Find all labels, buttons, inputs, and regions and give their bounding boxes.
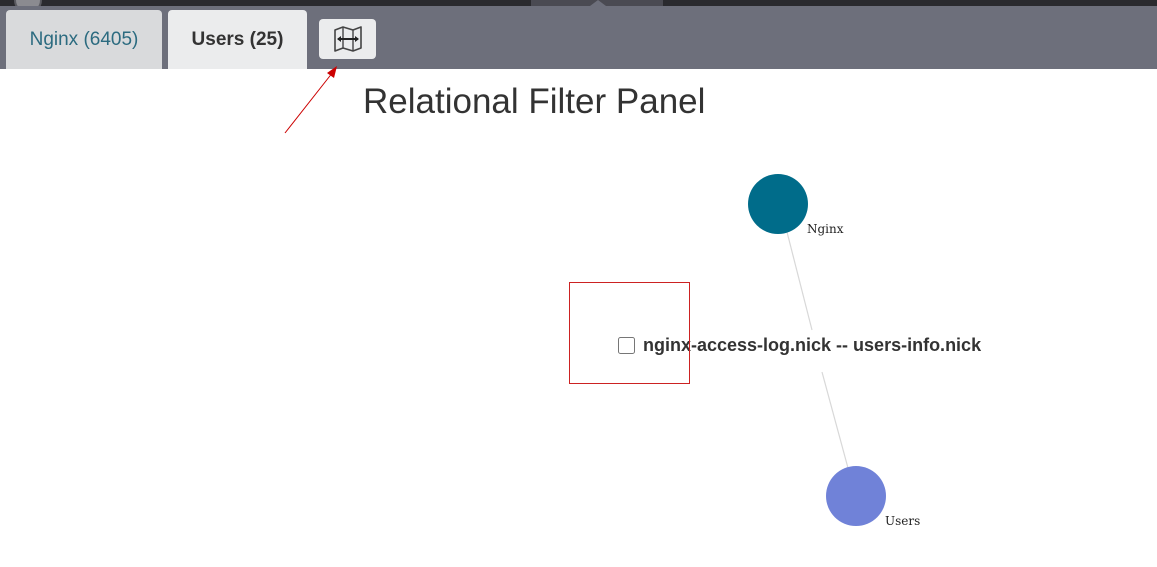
graph-edge-lower xyxy=(821,371,849,469)
graph-node-nginx[interactable] xyxy=(748,174,808,234)
graph-node-users-label: Users xyxy=(885,514,920,528)
graph-node-nginx-label: Nginx xyxy=(807,222,844,236)
edge-filter-label: nginx-access-log.nick -- users-info.nick xyxy=(643,335,982,355)
annotation-arrow-head xyxy=(327,66,337,78)
graph-node-users[interactable] xyxy=(826,466,886,526)
annotation-arrow-line xyxy=(284,71,334,134)
edge-filter-checkbox[interactable] xyxy=(618,337,635,354)
graph-edge-filter: nginx-access-log.nick -- users-info.nick xyxy=(618,335,981,356)
graph-edge-upper xyxy=(786,231,813,331)
relational-graph: Nginx Users xyxy=(284,66,920,528)
